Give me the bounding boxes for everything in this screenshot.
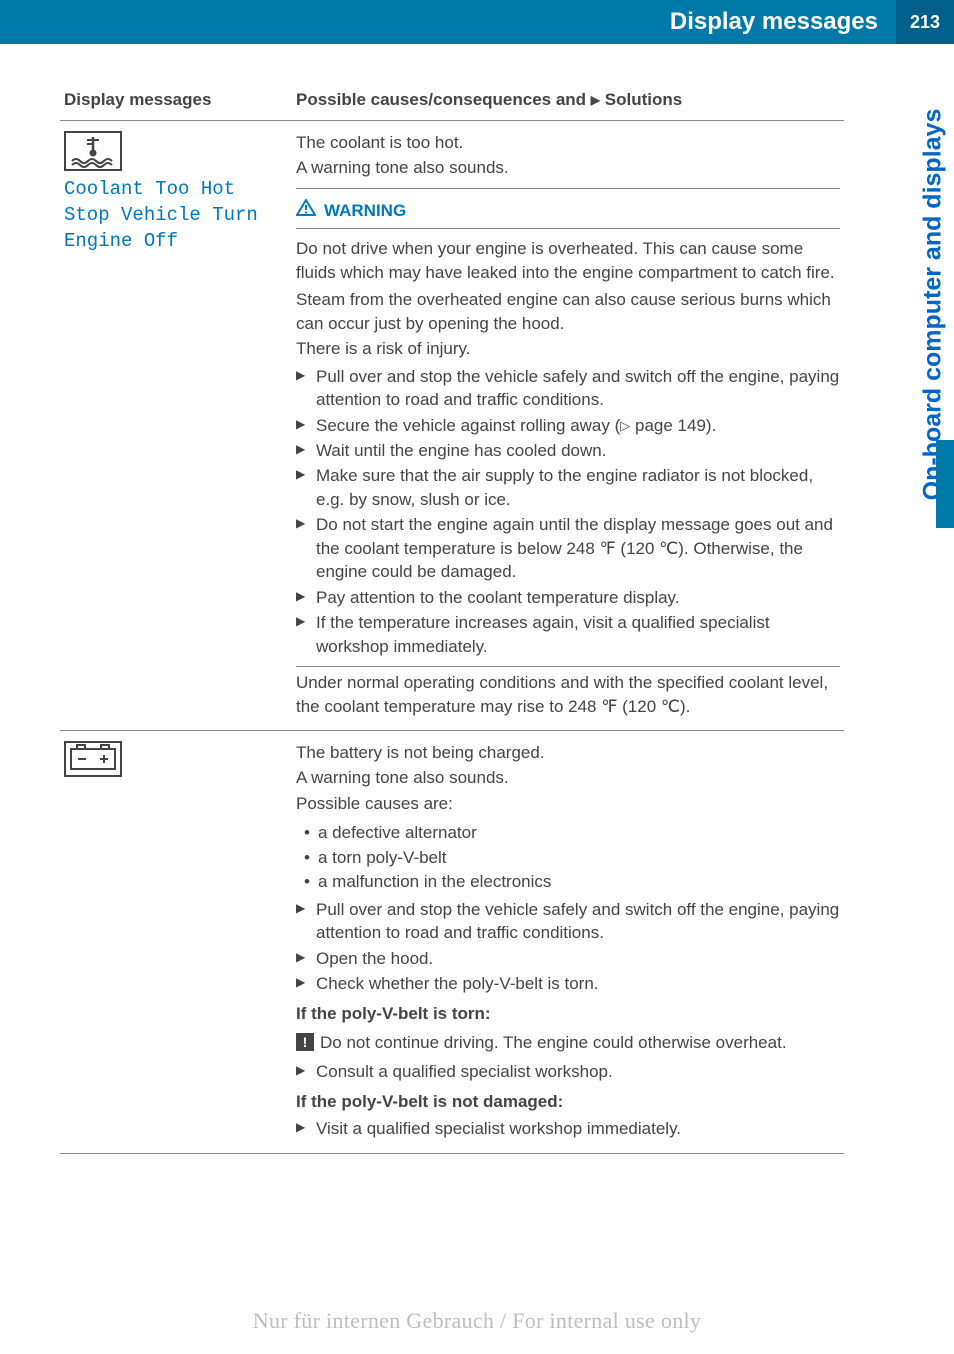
list-item: Consult a qualified specialist workshop. — [296, 1060, 840, 1083]
col-header-solutions: Possible causes/consequences and ▶ Solut… — [292, 84, 844, 121]
display-msg-line: Engine Off — [64, 229, 288, 255]
warning-heading: WARNING — [296, 193, 840, 226]
display-msg-line: Stop Vehicle Turn — [64, 203, 288, 229]
intro-text: The coolant is too hot. — [296, 131, 840, 154]
intro-text: The battery is not being charged. — [296, 741, 840, 764]
page-number: 213 — [896, 0, 954, 44]
sub-heading: If the poly-V-belt is not damaged: — [296, 1090, 840, 1113]
outro-text: Under normal operating conditions and wi… — [296, 671, 840, 718]
list-item: Do not start the engine again until the … — [296, 513, 840, 583]
col-header-messages: Display messages — [60, 84, 292, 121]
cause-list: a defective alternator a torn poly-V-bel… — [296, 821, 840, 893]
intro-text: Possible causes are: — [296, 792, 840, 815]
list-item: Make sure that the air supply to the eng… — [296, 464, 840, 511]
warning-triangle-icon — [296, 199, 316, 222]
list-item: Pull over and stop the vehicle safely an… — [296, 365, 840, 412]
page-header: Display messages 213 — [0, 0, 954, 44]
warning-text: Do not drive when your engine is overhea… — [296, 237, 840, 284]
header-title: Display messages — [670, 8, 896, 36]
table-row: Coolant Too Hot Stop Vehicle Turn Engine… — [60, 121, 844, 731]
watermark: Nur für internen Gebrauch / For internal… — [0, 1308, 954, 1334]
display-msg-line: Coolant Too Hot — [64, 177, 288, 203]
battery-icon — [64, 741, 122, 777]
solution-list: Visit a qualified specialist workshop im… — [296, 1117, 840, 1140]
solution-list: Pull over and stop the vehicle safely an… — [296, 365, 840, 658]
list-item: Pay attention to the coolant temperature… — [296, 586, 840, 609]
message-cell-battery — [60, 730, 292, 1153]
caution-text: !Do not continue driving. The engine cou… — [296, 1031, 840, 1054]
coolant-icon — [64, 131, 122, 171]
solution-list: Consult a qualified specialist workshop. — [296, 1060, 840, 1083]
intro-text: A warning tone also sounds. — [296, 766, 840, 789]
list-item: a defective alternator — [296, 821, 840, 844]
solution-cell-coolant: The coolant is too hot. A warning tone a… — [292, 121, 844, 731]
warning-label: WARNING — [324, 199, 406, 222]
page-content: Display messages Possible causes/consequ… — [0, 44, 954, 1154]
solution-cell-battery: The battery is not being charged. A warn… — [292, 730, 844, 1153]
list-item: Check whether the poly-V-belt is torn. — [296, 972, 840, 995]
list-item: If the temperature increases again, visi… — [296, 611, 840, 658]
warning-text: Steam from the overheated engine can als… — [296, 288, 840, 335]
warning-text: There is a risk of injury. — [296, 337, 840, 360]
intro-text: A warning tone also sounds. — [296, 156, 840, 179]
list-item: Secure the vehicle against rolling away … — [296, 414, 840, 437]
table-row: The battery is not being charged. A warn… — [60, 730, 844, 1153]
side-tab-accent — [936, 440, 954, 528]
list-item: a torn poly-V-belt — [296, 846, 840, 869]
list-item: a malfunction in the electronics — [296, 870, 840, 893]
solution-list: Pull over and stop the vehicle safely an… — [296, 898, 840, 996]
list-item: Open the hood. — [296, 947, 840, 970]
messages-table: Display messages Possible causes/consequ… — [60, 84, 844, 1154]
message-cell-coolant: Coolant Too Hot Stop Vehicle Turn Engine… — [60, 121, 292, 731]
triangle-icon: ▶ — [591, 93, 600, 107]
page-ref-icon: ▷ — [620, 418, 630, 433]
list-item: Pull over and stop the vehicle safely an… — [296, 898, 840, 945]
exclamation-icon: ! — [296, 1033, 314, 1051]
list-item: Wait until the engine has cooled down. — [296, 439, 840, 462]
list-item: Visit a qualified specialist workshop im… — [296, 1117, 840, 1140]
sub-heading: If the poly-V-belt is torn: — [296, 1002, 840, 1025]
